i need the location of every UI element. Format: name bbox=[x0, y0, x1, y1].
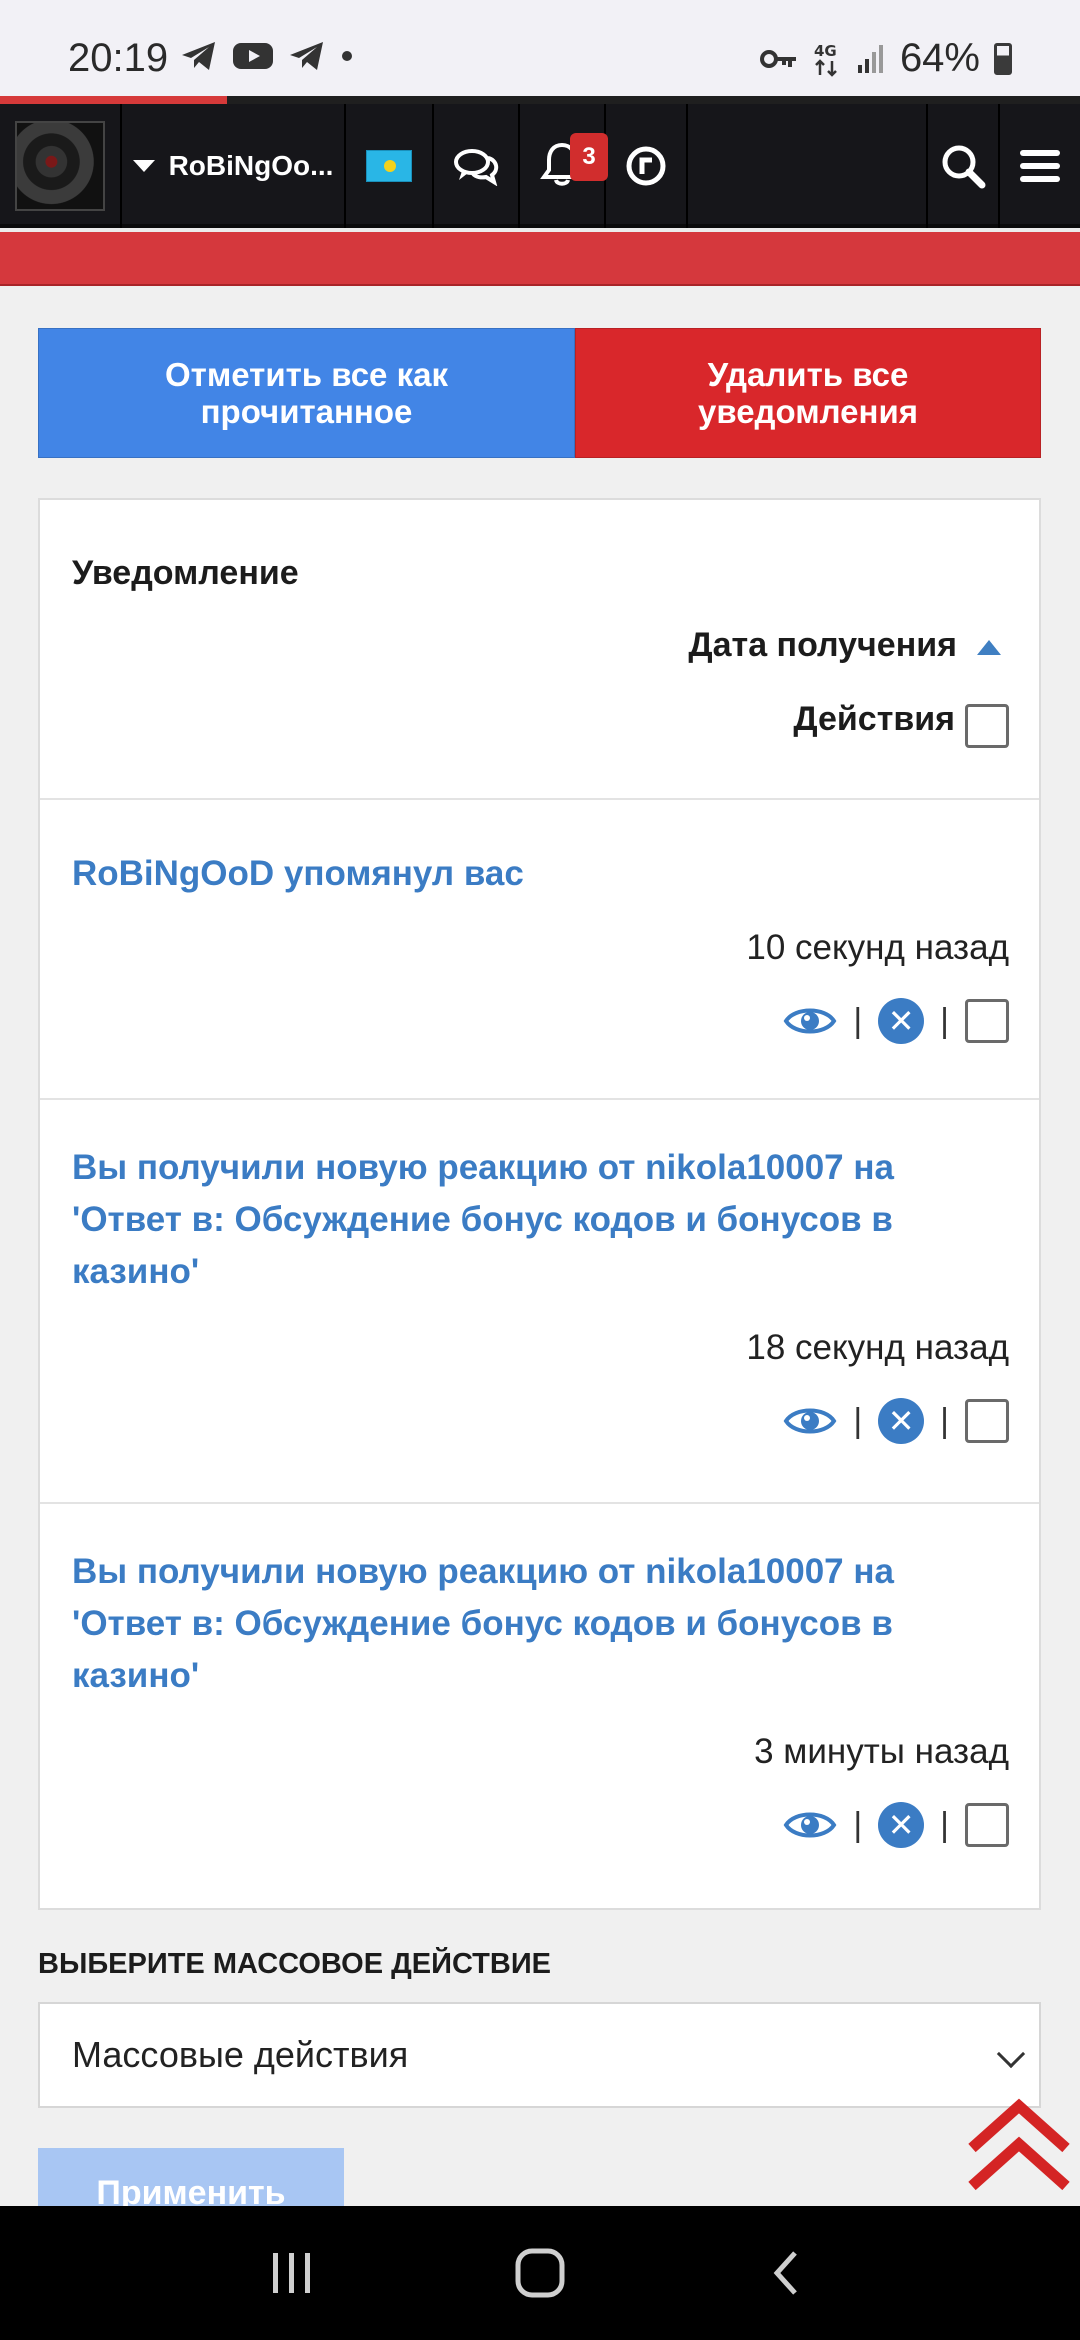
menu-icon bbox=[1020, 150, 1060, 182]
notice-banner bbox=[0, 232, 1080, 286]
mark-all-read-button[interactable]: Отметить все как прочитанное bbox=[38, 328, 575, 458]
history-button[interactable] bbox=[606, 104, 688, 228]
back-icon[interactable] bbox=[763, 2248, 813, 2298]
notification-title-link[interactable]: Вы получили новую реакцию от nikola10007… bbox=[72, 1546, 1009, 1702]
notification-time: 18 секунд назад bbox=[746, 1328, 1009, 1367]
delete-icon[interactable]: ✕ bbox=[878, 998, 925, 1044]
user-menu: RoBiNgOo... bbox=[132, 150, 334, 182]
delete-all-button[interactable]: Удалить все уведомления bbox=[575, 328, 1041, 458]
notification-count-badge: 3 bbox=[570, 132, 608, 181]
mass-action-selected: Массовые действия bbox=[72, 2034, 409, 2075]
notification-row: RoBiNgOoD упомянул вас 10 секунд назад |… bbox=[40, 800, 1039, 1100]
notification-row: Вы получили новую реакцию от nikola10007… bbox=[40, 1504, 1039, 1908]
page-load-progress bbox=[0, 96, 1080, 104]
page-load-progress-fill bbox=[0, 96, 227, 104]
recent-apps-icon[interactable] bbox=[267, 2248, 317, 2298]
username: RoBiNgOo... bbox=[168, 150, 334, 181]
chat-icon bbox=[454, 149, 499, 186]
eye-icon[interactable] bbox=[783, 1004, 837, 1038]
forum-top-nav: RoBiNgOo... 3 bbox=[0, 104, 1080, 228]
separator: | bbox=[940, 1001, 949, 1040]
caret-down-icon bbox=[132, 160, 155, 172]
header-notification: Уведомление bbox=[72, 554, 299, 592]
notification-title-link[interactable]: Вы получили новую реакцию от nikola10007… bbox=[72, 1142, 1009, 1298]
flag-kz-icon bbox=[366, 150, 412, 182]
sort-ascending-icon[interactable] bbox=[977, 640, 1001, 655]
notifications-button[interactable]: 3 bbox=[520, 104, 608, 228]
separator: | bbox=[853, 1805, 863, 1844]
separator: | bbox=[940, 1401, 949, 1440]
signal-icon bbox=[857, 44, 883, 73]
row-checkbox[interactable] bbox=[965, 1399, 1009, 1443]
search-icon bbox=[942, 145, 986, 189]
chevron-down-icon bbox=[996, 2039, 1026, 2069]
system-navigation-bar bbox=[0, 2206, 1080, 2340]
user-menu-button[interactable]: RoBiNgOo... bbox=[122, 104, 346, 228]
conversations-button[interactable] bbox=[434, 104, 520, 228]
notification-title-link[interactable]: RoBiNgOoD упомянул вас bbox=[72, 848, 1009, 900]
notification-time: 10 секунд назад bbox=[746, 928, 1009, 967]
key-icon bbox=[759, 49, 796, 68]
status-bar: 20:19 4G 64% bbox=[0, 0, 1080, 96]
menu-button[interactable] bbox=[1000, 104, 1080, 228]
notification-time: 3 минуты назад bbox=[754, 1732, 1009, 1771]
dot-icon bbox=[342, 51, 352, 61]
search-button[interactable] bbox=[928, 104, 1000, 228]
eye-icon[interactable] bbox=[783, 1404, 837, 1438]
delete-icon[interactable]: ✕ bbox=[878, 1398, 925, 1444]
battery-percentage: 64% bbox=[899, 36, 980, 80]
language-button[interactable] bbox=[346, 104, 434, 228]
eye-icon[interactable] bbox=[783, 1808, 837, 1842]
row-checkbox[interactable] bbox=[965, 999, 1009, 1043]
bell-wrapper: 3 bbox=[540, 132, 608, 192]
table-header: Уведомление Дата получения Действия bbox=[40, 500, 1039, 800]
telegram-icon bbox=[182, 42, 215, 70]
status-time: 20:19 bbox=[68, 36, 169, 80]
telegram-icon bbox=[290, 42, 323, 70]
notification-actions: | ✕ | bbox=[783, 1398, 1009, 1444]
header-date-sort[interactable]: Дата получения bbox=[688, 626, 957, 665]
separator: | bbox=[940, 1805, 949, 1844]
notifications-table: Уведомление Дата получения Действия RoBi… bbox=[38, 498, 1041, 1910]
youtube-icon bbox=[233, 43, 273, 69]
select-all-checkbox[interactable] bbox=[965, 704, 1009, 748]
row-checkbox[interactable] bbox=[965, 1803, 1009, 1847]
svg-text:4G: 4G bbox=[814, 42, 837, 60]
home-icon[interactable] bbox=[512, 2245, 568, 2301]
scroll-to-top-icon[interactable] bbox=[964, 2096, 1074, 2196]
notification-row: Вы получили новую реакцию от nikola10007… bbox=[40, 1100, 1039, 1504]
separator: | bbox=[853, 1001, 863, 1040]
notification-actions: | ✕ | bbox=[783, 1802, 1009, 1848]
avatar bbox=[15, 121, 105, 211]
battery-icon bbox=[994, 42, 1012, 75]
avatar-button[interactable] bbox=[0, 104, 122, 228]
network-4g-icon: 4G bbox=[814, 42, 837, 77]
separator: | bbox=[853, 1401, 863, 1440]
notification-actions: | ✕ | bbox=[783, 998, 1009, 1044]
mass-action-select[interactable]: Массовые действия bbox=[38, 2002, 1041, 2108]
status-system-icons: 4G 64% bbox=[759, 36, 1012, 81]
notifications-page: Отметить все как прочитанное Удалить все… bbox=[0, 286, 1080, 2238]
mass-action-label: ВЫБЕРИТЕ МАССОВОЕ ДЕЙСТВИЕ bbox=[38, 1948, 552, 1980]
header-actions: Действия bbox=[793, 700, 955, 738]
nav-spacer bbox=[688, 104, 928, 228]
delete-icon[interactable]: ✕ bbox=[878, 1802, 925, 1848]
status-notification-icons bbox=[180, 40, 354, 72]
history-icon bbox=[626, 146, 666, 186]
